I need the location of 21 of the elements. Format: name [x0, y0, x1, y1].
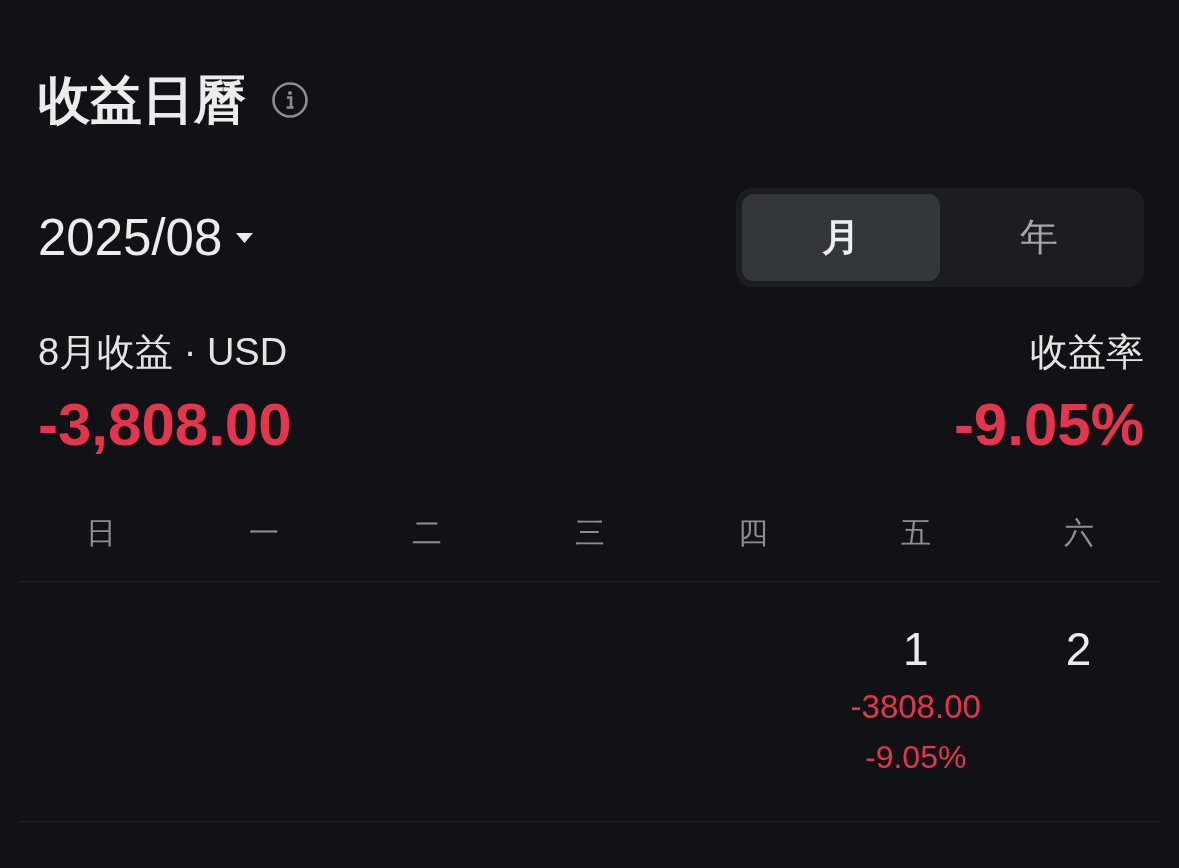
return-rate-value: -9.05% [953, 390, 1144, 460]
profit-amount: -3,808.00 [38, 390, 292, 460]
profit-label: 8月收益 · USD [38, 330, 288, 375]
day-return-rate: -9.05% [865, 738, 967, 777]
weekday-label: 四 [737, 515, 768, 551]
return-rate-label: 收益率 [1030, 330, 1144, 375]
range-tab[interactable]: 年 [940, 194, 1138, 281]
weekday-label: 五 [900, 515, 931, 551]
weekday-label: 六 [1063, 515, 1094, 551]
weekday-label: 日 [86, 515, 117, 551]
day-profit: -3808.00 [850, 687, 981, 727]
page-title: 收益日曆 [38, 70, 246, 131]
month-picker[interactable]: 2025/08 [38, 207, 254, 268]
weekday-label: 三 [575, 515, 605, 551]
day-number[interactable]: 2 [1065, 622, 1092, 676]
weekday-label: 二 [412, 515, 443, 551]
range-tab[interactable]: 月 [742, 194, 940, 281]
weekday-label: 一 [249, 515, 280, 551]
info-icon[interactable] [272, 82, 308, 118]
caret-icon [236, 232, 254, 243]
day-number[interactable]: 1 [902, 622, 929, 676]
